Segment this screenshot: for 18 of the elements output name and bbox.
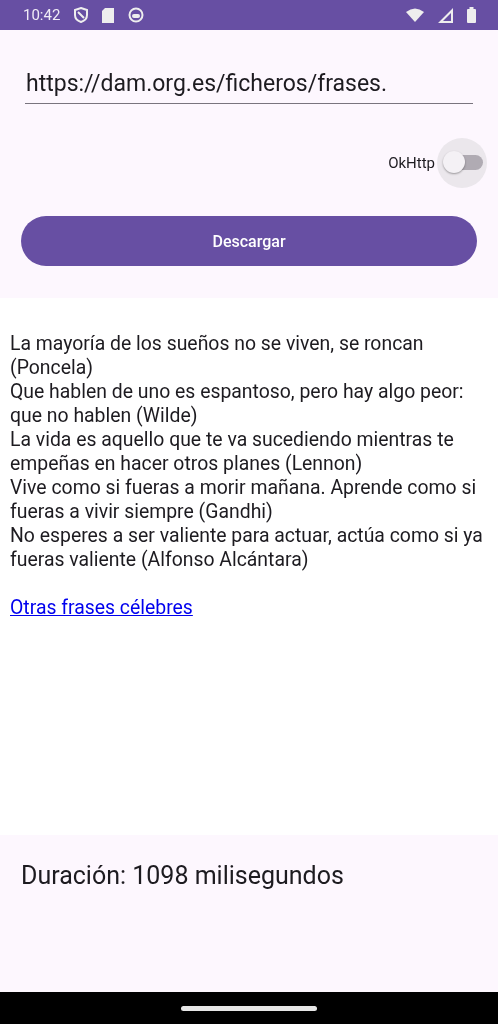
wifi-icon <box>406 8 424 22</box>
duration-text: Duración: 1098 milisegundos <box>21 861 344 890</box>
link[interactable]: Otras frases célebres <box>10 596 193 620</box>
toggle-switch[interactable] <box>437 138 487 188</box>
shield-icon <box>74 7 89 23</box>
clock: 10:42 <box>23 6 61 24</box>
sd-card-icon <box>102 7 115 23</box>
quote-text: Que hablen de uno es espantoso, pero hay algo peor: que no hablen (Wilde) <box>10 380 465 428</box>
quote-text: La vida es aquello que te va sucediendo mientras te empeñas en hacer otros planes (Lennon) <box>10 428 455 476</box>
quote-text: No esperes a ser valiente para actuar, actúa como si ya fueras valiente (Alfonso Alcántara) <box>10 524 484 572</box>
url-field[interactable]: https://dam.org.es/ficheros/frases. <box>25 68 473 104</box>
battery-icon <box>467 7 476 23</box>
download-button[interactable]: Descargar <box>21 216 477 266</box>
signal-icon <box>438 7 453 23</box>
quote-text: Vive como si fueras a morir mañana. Aprende como si fueras a vivir siempre (Gandhi) <box>10 476 478 524</box>
home-handle[interactable] <box>181 1005 317 1011</box>
quote-text: La mayoría de los sueños no se viven, se roncan (Poncela) <box>10 332 425 380</box>
okhttp-label: OkHttp <box>388 154 435 172</box>
